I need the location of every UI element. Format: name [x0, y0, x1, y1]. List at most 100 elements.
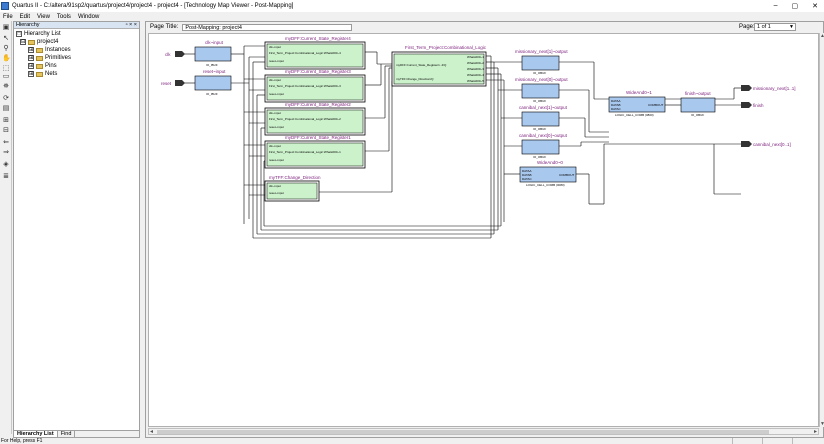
- obuf-label: missionary_next[1]~output: [515, 49, 568, 54]
- netlist-navigator-icon[interactable]: ▣: [2, 24, 10, 32]
- ibuf-block[interactable]: [194, 75, 232, 91]
- tree-item-instances[interactable]: ⊞ Instances: [16, 46, 137, 54]
- register-port-text: reset~input: [269, 92, 284, 96]
- tree-item-project4[interactable]: ⊟ project4: [16, 38, 137, 46]
- hierarchy-panel: Hierarchy ▫ × × □ Hierarchy List ⊟ proje…: [13, 21, 140, 438]
- page-title-label: Page Title:: [150, 24, 179, 30]
- chevron-down-icon: ▼: [789, 24, 794, 30]
- panel-pin-close-icon[interactable]: ▫ × ×: [126, 22, 137, 29]
- obuf-label: cannibal_next[0]~output: [519, 133, 568, 138]
- obuf-label: finish~output: [685, 91, 711, 96]
- menu-window[interactable]: Window: [78, 14, 99, 20]
- expand-icon[interactable]: ⊞: [28, 47, 34, 53]
- menu-view[interactable]: View: [37, 14, 50, 20]
- fit-in-window-icon[interactable]: ▭: [2, 73, 10, 81]
- selection-tool-icon[interactable]: ↖: [2, 35, 10, 43]
- schematic-canvas[interactable]: clk reset clk~input reset~input IO_IBUF …: [148, 33, 819, 427]
- comb-logic-title: First_Term_Project:Combinational_Logic: [405, 45, 487, 50]
- refresh-icon[interactable]: ⟳: [2, 95, 10, 103]
- scroll-thumb[interactable]: [157, 430, 769, 434]
- scroll-left-icon[interactable]: ◂: [150, 428, 153, 435]
- window-title: Quartus II - C:/altera/91sp2/quartus/pro…: [12, 3, 294, 9]
- menu-file[interactable]: File: [3, 14, 13, 20]
- list-icon: □: [16, 31, 22, 37]
- tab-hierarchy-list[interactable]: Hierarchy List: [14, 431, 58, 437]
- register-port-text: First_Term_Project:Combinational_Logic:W…: [269, 51, 341, 55]
- register-title: myTFF:Change_Direction: [269, 175, 321, 180]
- and-cell-in: DATAC: [522, 177, 533, 181]
- comb-logic-in: myTFF:Change_Direction/Q: [396, 77, 434, 81]
- scroll-up-icon[interactable]: ▲: [820, 33, 824, 39]
- register-title: myDFF:Current_State_Register1: [285, 135, 351, 140]
- maximize-button[interactable]: ▢: [792, 2, 799, 10]
- zoom-tool-icon[interactable]: ⚲: [2, 45, 10, 53]
- tree-item-hierarchy-list[interactable]: □ Hierarchy List: [16, 30, 137, 38]
- primitives-icon: [36, 55, 43, 61]
- register-port-text: clk~input: [269, 144, 281, 148]
- ibuf-block[interactable]: [194, 46, 232, 62]
- input-port-label[interactable]: clk: [165, 52, 171, 57]
- collapse-icon[interactable]: ⊟: [20, 39, 26, 45]
- tab-find[interactable]: Find: [58, 431, 76, 437]
- tree-item-label: Instances: [45, 47, 71, 53]
- tree-item-pins[interactable]: ⊞ Pins: [16, 62, 137, 70]
- tree-item-primitives[interactable]: ⊞ Primitives: [16, 54, 137, 62]
- register-port-text: clk~input: [269, 184, 281, 188]
- hierarchy-panel-header: Hierarchy ▫ × ×: [14, 22, 139, 29]
- register-title: myDFF:Current_State_Register4: [285, 36, 351, 41]
- input-port-label[interactable]: reset: [161, 81, 172, 86]
- area-select-icon[interactable]: ⬚: [2, 65, 10, 73]
- and-cell-sub: LOGIC_CELL_COMB (0800): [615, 113, 654, 117]
- close-button[interactable]: ✕: [812, 2, 818, 10]
- status-cell: [732, 438, 762, 444]
- menu-tools[interactable]: Tools: [57, 14, 71, 20]
- forward-icon[interactable]: ⇒: [2, 149, 10, 157]
- obuf-label: cannibal_next[1]~output: [519, 105, 568, 110]
- expand-icon[interactable]: ⊞: [2, 117, 10, 125]
- tree-item-label: Primitives: [45, 55, 72, 61]
- comb-logic-out: Whats000~2: [467, 61, 484, 65]
- minimize-button[interactable]: –: [774, 2, 778, 10]
- expand-icon[interactable]: ⊞: [28, 63, 34, 69]
- collapse-icon[interactable]: ⊟: [2, 127, 10, 135]
- register-port-text: reset~input: [269, 59, 284, 63]
- menu-edit[interactable]: Edit: [20, 14, 30, 20]
- scroll-down-icon[interactable]: ▼: [820, 421, 824, 427]
- tree-item-label: Pins: [45, 63, 57, 69]
- page-select[interactable]: 1 of 1 ▼: [754, 23, 796, 31]
- tree-item-nets[interactable]: ⊞ Nets: [16, 70, 137, 78]
- status-cell: [792, 438, 822, 444]
- list-icon[interactable]: ≣: [2, 173, 10, 181]
- status-cell: [762, 438, 792, 444]
- output-port-label[interactable]: cannibal_next[0..1]: [753, 142, 791, 147]
- page-icon[interactable]: ▤: [2, 105, 10, 113]
- quartus-app-icon: [1, 2, 9, 10]
- menu-bar: File Edit View Tools Window: [0, 12, 824, 21]
- hierarchy-tabs: Hierarchy List Find: [14, 430, 139, 437]
- register-port-text: clk~input: [269, 111, 281, 115]
- title-bar: Quartus II - C:/altera/91sp2/quartus/pro…: [0, 0, 824, 12]
- register-port-text: First_Term_Project:Combinational_Logic:W…: [269, 84, 341, 88]
- find-icon[interactable]: ⛯: [2, 83, 10, 91]
- status-bar: For Help, press F1: [0, 438, 824, 444]
- status-text: For Help, press F1: [1, 438, 43, 444]
- ibuf-label: clk~input: [205, 40, 224, 45]
- and-cell-sub: LOGIC_CELL_COMB (0080): [526, 183, 565, 187]
- and-cell-title: WideAnd0~0: [537, 160, 563, 165]
- output-port-label[interactable]: missionary_next[1..1]: [753, 86, 796, 91]
- output-port-label[interactable]: finish: [753, 103, 764, 108]
- back-icon[interactable]: ⇐: [2, 139, 10, 147]
- register-title: myDFF:Current_State_Register3: [285, 69, 351, 74]
- register-port-text: First_Term_Project:Combinational_Logic:W…: [269, 150, 341, 154]
- expand-icon[interactable]: ⊞: [28, 55, 34, 61]
- scroll-right-icon[interactable]: ▸: [814, 428, 817, 435]
- and-cell-in: DATAC: [611, 107, 622, 111]
- horizontal-scrollbar[interactable]: ◂ ▸: [148, 428, 819, 435]
- and-cell-title: WideAnd0~1: [626, 90, 652, 95]
- obuf-sub: IO_OBUF: [691, 113, 704, 117]
- color-settings-icon[interactable]: ◈: [2, 161, 10, 169]
- obuf-sub: IO_OBUF: [533, 99, 546, 103]
- hand-tool-icon[interactable]: ✋: [2, 55, 11, 63]
- vertical-scrollbar[interactable]: ▲ ▼: [819, 33, 824, 427]
- expand-icon[interactable]: ⊞: [28, 71, 34, 77]
